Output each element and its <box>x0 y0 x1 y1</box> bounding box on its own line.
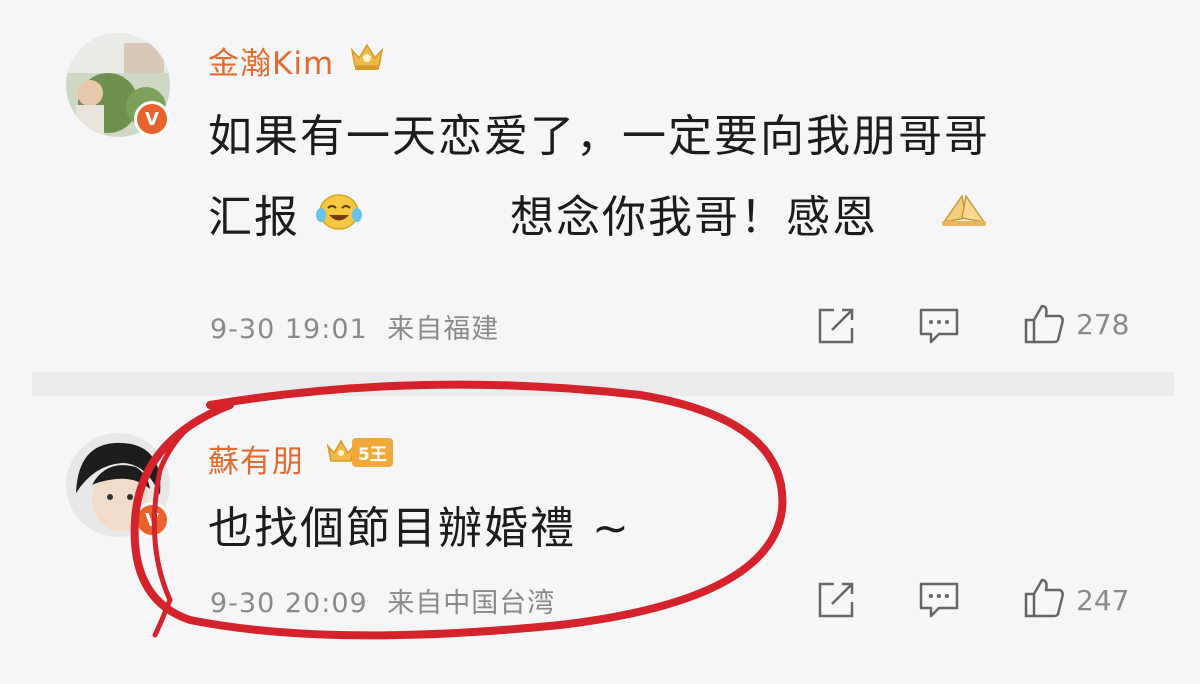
username[interactable]: 金瀚Kim <box>208 38 334 83</box>
verified-badge: V <box>134 502 170 538</box>
post-meta: 9-30 19:01 来自福建 <box>210 307 499 346</box>
post-source: 来自中国台湾 <box>387 588 556 619</box>
post-content-line1: 如果有一天恋爱了，一定要向我朋哥哥 <box>208 111 990 162</box>
post-source: 来自福建 <box>387 314 500 345</box>
username[interactable]: 蘇有朋 <box>208 436 304 481</box>
verified-badge: V <box>134 101 170 137</box>
post-content-line2b: 想念你我哥！感恩 <box>510 192 878 243</box>
pray-emoji <box>942 194 986 226</box>
post-content: 也找個節目辦婚禮 ~ <box>208 503 631 554</box>
post-meta: 9-30 20:09 来自中国台湾 <box>210 581 555 620</box>
like-icon[interactable] <box>1022 302 1066 346</box>
comment-icon[interactable] <box>917 304 961 348</box>
post-content-line2a: 汇报 <box>208 192 300 243</box>
laugh-cry-emoji <box>316 194 362 230</box>
like-icon[interactable] <box>1022 576 1066 620</box>
user-level-tag: 5王 <box>326 436 393 468</box>
post-time: 9-30 20:09 <box>210 588 368 619</box>
like-count: 278 <box>1076 308 1130 341</box>
divider <box>32 372 1174 396</box>
crown-icon <box>350 43 384 70</box>
share-icon[interactable] <box>814 578 858 622</box>
share-icon[interactable] <box>814 304 858 348</box>
comment-icon[interactable] <box>917 578 961 622</box>
post-time: 9-30 19:01 <box>210 314 368 345</box>
user-level-text: 5王 <box>352 437 393 467</box>
like-count: 247 <box>1076 584 1130 617</box>
